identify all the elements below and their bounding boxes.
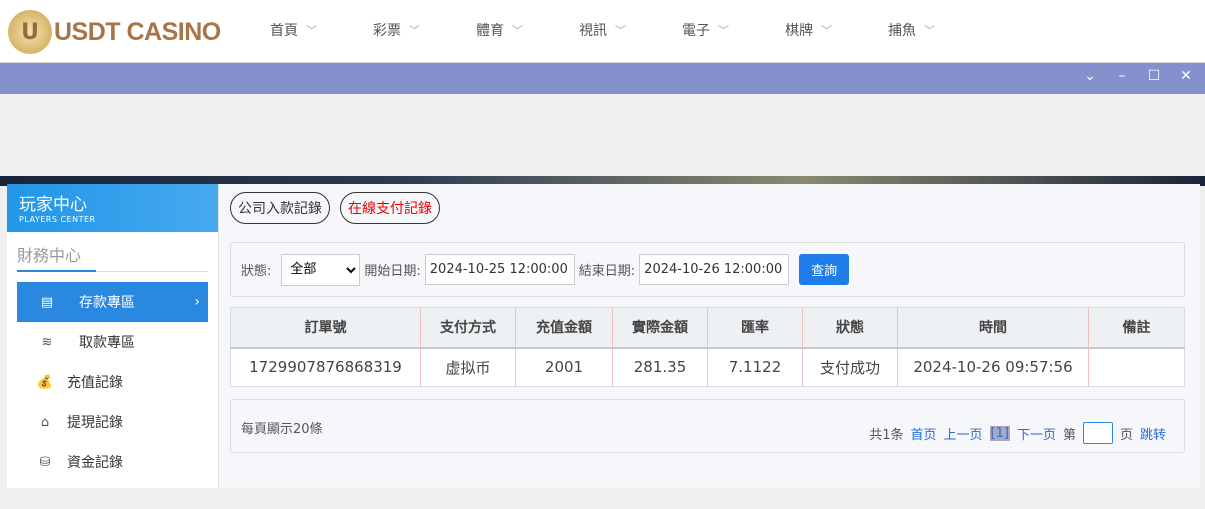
sidebar-title: 玩家中心 <box>19 195 87 215</box>
sidebar-item-label: 存款專區 <box>79 295 135 311</box>
tab-company-deposit-records[interactable]: 公司入款記錄 <box>230 192 330 224</box>
sidebar-item-deposit[interactable]: ▤ 存款專區 › <box>17 282 208 322</box>
per-page-text: 每頁顯示20條 <box>241 422 323 437</box>
next-page-link[interactable]: 下一页 <box>1017 424 1056 443</box>
sidebar-header: 玩家中心 PLAYERS CENTER <box>7 184 218 232</box>
chevron-down-icon: ﹀ <box>821 24 832 37</box>
close-icon[interactable]: ✕ <box>1177 68 1195 84</box>
cell-time: 2024-10-26 09:57:56 <box>897 347 1089 387</box>
chevron-down-icon: ﹀ <box>615 24 626 37</box>
current-page[interactable]: [1] <box>989 425 1010 441</box>
chevron-down-icon[interactable]: ⌄ <box>1081 68 1099 84</box>
wallet-icon: ⌂ <box>40 414 50 430</box>
hand-money-icon: ≋ <box>41 334 53 350</box>
nav-lottery[interactable]: 彩票 ﹀ <box>373 20 476 40</box>
tab-online-payment-records[interactable]: 在線支付記錄 <box>340 192 440 224</box>
logo[interactable]: U USDT CASINO <box>8 10 221 54</box>
sidebar-item-recharge-records[interactable]: 💰 充值記錄 <box>17 362 208 402</box>
piggy-bank-icon: ⛁ <box>39 454 51 470</box>
table-row: 1729907876868319 虚拟币 2001 281.35 7.1122 … <box>230 347 1185 387</box>
end-date-input[interactable] <box>639 254 790 285</box>
nav-label: 首頁 <box>270 23 298 39</box>
col-payment-method: 支付方式 <box>420 307 516 349</box>
sidebar-item-withdraw[interactable]: ≋ 取款專區 <box>17 322 208 362</box>
nav-slots[interactable]: 電子 ﹀ <box>682 20 785 40</box>
chevron-down-icon: ﹀ <box>306 24 317 37</box>
cell-recharge-amount: 2001 <box>515 347 613 387</box>
end-date-label: 結束日期: <box>578 264 636 279</box>
col-remark: 備註 <box>1088 307 1185 349</box>
col-order-no: 訂單號 <box>230 307 421 349</box>
chevron-down-icon: ﹀ <box>512 24 523 37</box>
status-label: 狀態: <box>241 264 272 279</box>
nav-sports[interactable]: 體育 ﹀ <box>476 20 579 40</box>
site-header: U USDT CASINO 首頁 ﹀ 彩票 ﹀ 體育 ﹀ 視訊 ﹀ 電子 ﹀ 棋牌 ﹀ 捕魚… <box>0 0 1205 62</box>
col-time: 時間 <box>897 307 1089 349</box>
money-bag-icon: 💰 <box>36 374 54 390</box>
col-status: 狀態 <box>802 307 898 349</box>
total-count: 共1条 <box>869 427 904 443</box>
nav-live[interactable]: 視訊 ﹀ <box>579 20 682 40</box>
player-center-panel: 玩家中心 PLAYERS CENTER 財務中心 ▤ 存款專區 › ≋ 取款專區 💰 充… <box>7 184 1200 488</box>
filter-bar: 狀態: 全部 開始日期: 結束日期: 查詢 <box>230 242 1185 297</box>
start-date-input[interactable] <box>424 254 575 285</box>
nav-label: 捕魚 <box>888 23 916 39</box>
main-nav: 首頁 ﹀ 彩票 ﹀ 體育 ﹀ 視訊 ﹀ 電子 ﹀ 棋牌 ﹀ 捕魚 ﹀ <box>270 20 991 40</box>
main-content: 公司入款記錄 在線支付記錄 狀態: 全部 開始日期: 結束日期: 查詢 訂單號 … <box>230 184 1200 453</box>
jump-link[interactable]: 跳转 <box>1140 424 1166 443</box>
status-select[interactable]: 全部 <box>281 253 361 286</box>
nav-label: 電子 <box>682 23 710 39</box>
sidebar-item-label: 資金記錄 <box>67 455 123 471</box>
logo-text: USDT CASINO <box>54 17 221 46</box>
logo-badge: U <box>8 10 52 54</box>
cell-rate: 7.1122 <box>707 347 803 387</box>
nav-home[interactable]: 首頁 ﹀ <box>270 20 373 40</box>
chevron-right-icon: › <box>194 294 200 310</box>
col-recharge-amount: 充值金額 <box>515 307 613 349</box>
chevron-down-icon: ﹀ <box>409 24 420 37</box>
cell-actual-amount: 281.35 <box>612 347 708 387</box>
sidebar: 玩家中心 PLAYERS CENTER 財務中心 ▤ 存款專區 › ≋ 取款專區 💰 充… <box>7 184 219 488</box>
start-date-label: 開始日期: <box>364 264 421 279</box>
sidebar-item-label: 提現記錄 <box>67 415 123 431</box>
sidebar-item-fund-records[interactable]: ⛁ 資金記錄 <box>17 442 208 482</box>
pagination: 每頁顯示20條 共1条 首页 上一页 [1] 下一页 第 页 跳转 <box>230 399 1185 453</box>
window-titlebar: ⌄ – ☐ ✕ <box>0 63 1205 94</box>
chevron-down-icon: ﹀ <box>924 24 935 37</box>
cell-payment-method: 虚拟币 <box>420 347 516 387</box>
cell-status: 支付成功 <box>802 347 898 387</box>
cell-remark <box>1089 348 1185 387</box>
prev-page-link[interactable]: 上一页 <box>944 424 983 443</box>
nav-label: 體育 <box>476 23 504 39</box>
section-title: 財務中心 <box>17 242 208 272</box>
nav-fishing[interactable]: 捕魚 ﹀ <box>888 20 991 40</box>
first-page-link[interactable]: 首页 <box>910 424 936 443</box>
records-table: 訂單號 支付方式 充值金額 實際金額 匯率 狀態 時間 備註 172990787… <box>230 307 1185 387</box>
page-prefix: 第 <box>1062 427 1076 443</box>
page-number-input[interactable] <box>1082 422 1113 444</box>
nav-label: 視訊 <box>579 23 607 39</box>
sidebar-item-withdraw-records[interactable]: ⌂ 提現記錄 <box>17 402 208 442</box>
nav-label: 棋牌 <box>785 23 813 39</box>
chevron-down-icon: ﹀ <box>718 24 729 37</box>
col-rate: 匯率 <box>707 307 803 349</box>
card-icon: ▤ <box>40 294 54 310</box>
page-suffix: 页 <box>1119 427 1133 443</box>
sidebar-subtitle: PLAYERS CENTER <box>19 215 96 224</box>
col-actual-amount: 實際金額 <box>612 307 708 349</box>
query-button[interactable]: 查詢 <box>799 254 850 285</box>
minimize-icon[interactable]: – <box>1113 68 1131 84</box>
nav-label: 彩票 <box>373 23 401 39</box>
sidebar-item-label: 取款專區 <box>79 335 135 351</box>
maximize-icon[interactable]: ☐ <box>1145 68 1163 84</box>
nav-cards[interactable]: 棋牌 ﹀ <box>785 20 888 40</box>
sidebar-item-label: 充值記錄 <box>67 375 123 391</box>
cell-order-no: 1729907876868319 <box>230 347 421 387</box>
